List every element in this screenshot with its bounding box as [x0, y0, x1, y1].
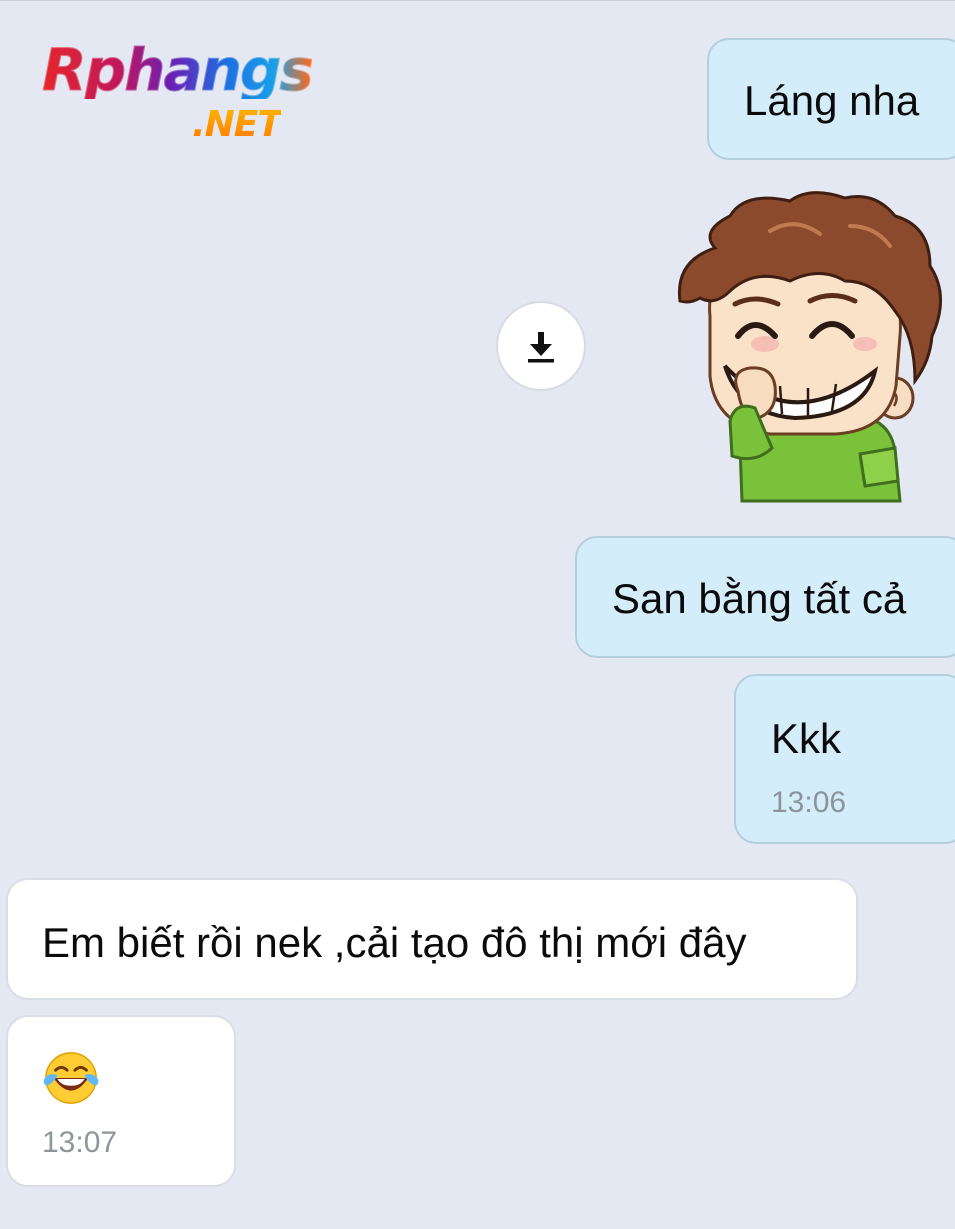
message-bubble-outgoing[interactable]: Kkk 13:06 — [734, 674, 955, 844]
message-text: San bằng tất cả — [612, 575, 907, 622]
message-text: Láng nha — [744, 77, 920, 124]
message-bubble-incoming[interactable]: 13:07 — [6, 1015, 236, 1187]
laughing-boy-sticker[interactable] — [660, 186, 950, 506]
message-bubble-outgoing[interactable]: San bằng tất cả — [575, 536, 955, 658]
message-bubble-incoming[interactable]: Em biết rồi nek ,cải tạo đô thị mới đây — [6, 878, 858, 1000]
message-timestamp: 13:07 — [42, 1126, 118, 1159]
message-text: Kkk — [771, 715, 842, 762]
message-timestamp: 13:06 — [771, 786, 847, 819]
logo-suffix-text: .NET — [192, 104, 282, 145]
logo-main-text: Rphangs — [42, 36, 315, 104]
download-icon — [528, 332, 554, 363]
face-with-tears-of-joy-emoji — [43, 1052, 99, 1104]
message-text: Em biết rồi nek ,cải tạo đô thị mới đây — [42, 919, 747, 966]
message-bubble-outgoing[interactable]: Láng nha — [707, 38, 955, 160]
site-logo: Rphangs .NET — [42, 41, 342, 151]
download-button[interactable] — [496, 301, 586, 391]
